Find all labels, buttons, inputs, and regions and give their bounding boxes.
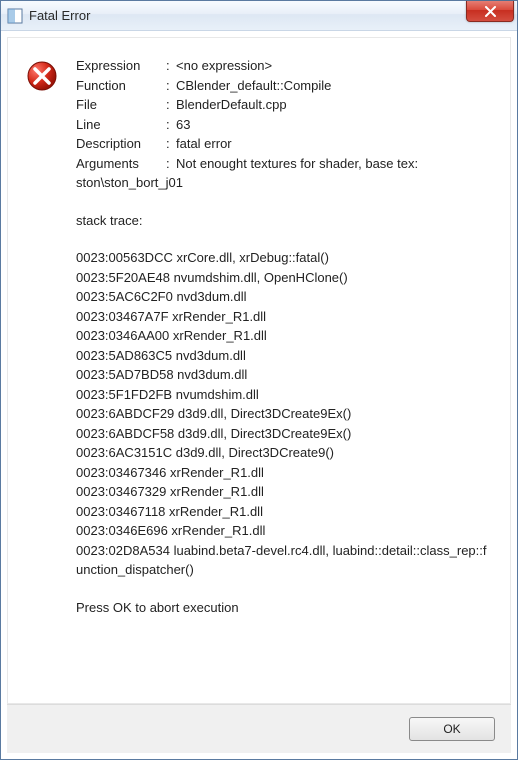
close-button[interactable] (466, 1, 514, 22)
field-value: fatal error (176, 134, 492, 154)
stack-line: 0023:5AC6C2F0 nvd3dum.dll (76, 287, 492, 307)
stack-line: 0023:02D8A534 luabind.beta7-devel.rc4.dl… (76, 541, 492, 580)
stack-trace: 0023:00563DCC xrCore.dll, xrDebug::fatal… (76, 248, 492, 580)
stack-line: 0023:03467346 xrRender_R1.dll (76, 463, 492, 483)
stack-line: 0023:0346AA00 xrRender_R1.dll (76, 326, 492, 346)
titlebar: Fatal Error (1, 1, 517, 31)
field-colon: : (166, 56, 176, 76)
stack-trace-label: stack trace: (76, 211, 492, 231)
stack-line: 0023:03467329 xrRender_R1.dll (76, 482, 492, 502)
field-colon: : (166, 154, 176, 174)
field-colon: : (166, 76, 176, 96)
field-row: Expression: <no expression> (76, 56, 492, 76)
field-row: Function: CBlender_default::Compile (76, 76, 492, 96)
stack-line: 0023:5F20AE48 nvumdshim.dll, OpenHClone(… (76, 268, 492, 288)
press-ok-text: Press OK to abort execution (76, 598, 492, 618)
field-row: File: BlenderDefault.cpp (76, 95, 492, 115)
stack-line: 0023:6AC3151C d3d9.dll, Direct3DCreate9(… (76, 443, 492, 463)
stack-line: 0023:6ABDCF29 d3d9.dll, Direct3DCreate9E… (76, 404, 492, 424)
stack-line: 0023:5AD863C5 nvd3dum.dll (76, 346, 492, 366)
field-value: 63 (176, 115, 492, 135)
window-title: Fatal Error (29, 8, 90, 23)
arguments-continuation: ston\ston_bort_j01 (76, 173, 492, 193)
message-body: Expression: <no expression>Function: CBl… (76, 56, 492, 617)
content-area: Expression: <no expression>Function: CBl… (7, 37, 511, 704)
field-label: Expression (76, 56, 166, 76)
stack-line: 0023:03467A7F xrRender_R1.dll (76, 307, 492, 327)
close-icon (484, 6, 497, 17)
field-value: BlenderDefault.cpp (176, 95, 492, 115)
dialog-window: Fatal Error Expression: <no (0, 0, 518, 760)
field-row: Line: 63 (76, 115, 492, 135)
field-label: Line (76, 115, 166, 135)
button-bar: OK (7, 704, 511, 753)
field-label: Arguments (76, 154, 166, 174)
app-icon (7, 8, 23, 24)
stack-line: 0023:5AD7BD58 nvd3dum.dll (76, 365, 492, 385)
ok-button[interactable]: OK (409, 717, 495, 741)
stack-line: 0023:0346E696 xrRender_R1.dll (76, 521, 492, 541)
field-colon: : (166, 134, 176, 154)
field-label: Function (76, 76, 166, 96)
field-label: File (76, 95, 166, 115)
field-value: <no expression> (176, 56, 492, 76)
stack-line: 0023:6ABDCF58 d3d9.dll, Direct3DCreate9E… (76, 424, 492, 444)
field-colon: : (166, 95, 176, 115)
stack-line: 0023:5F1FD2FB nvumdshim.dll (76, 385, 492, 405)
field-label: Description (76, 134, 166, 154)
field-value: Not enought textures for shader, base te… (176, 154, 492, 174)
field-row: Arguments: Not enought textures for shad… (76, 154, 492, 174)
field-row: Description: fatal error (76, 134, 492, 154)
field-value: CBlender_default::Compile (176, 76, 492, 96)
error-icon (26, 60, 58, 92)
field-colon: : (166, 115, 176, 135)
stack-line: 0023:00563DCC xrCore.dll, xrDebug::fatal… (76, 248, 492, 268)
stack-line: 0023:03467118 xrRender_R1.dll (76, 502, 492, 522)
